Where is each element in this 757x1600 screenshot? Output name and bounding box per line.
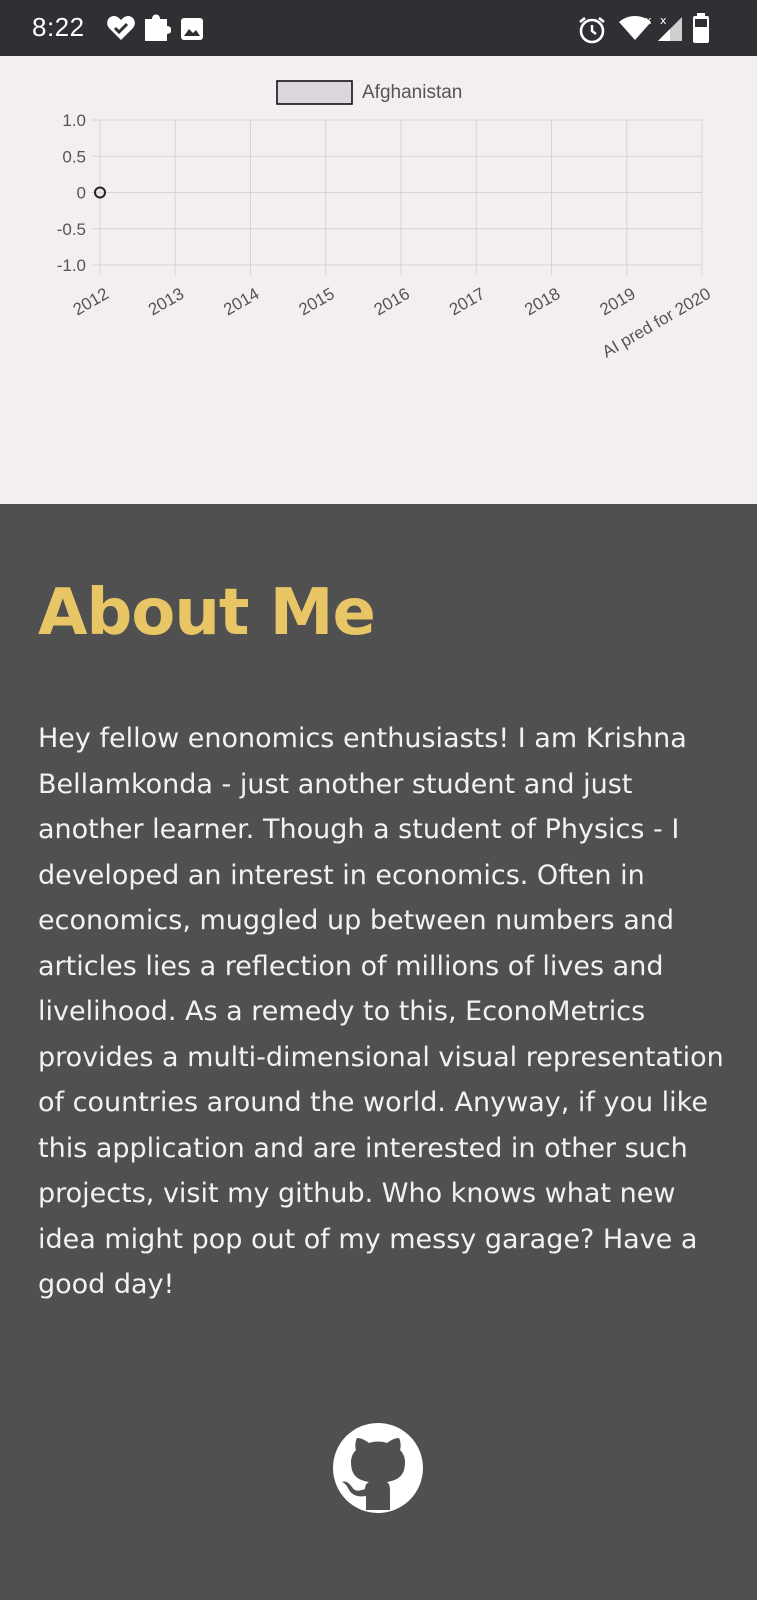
status-bar: 8:22 x x xyxy=(0,0,757,56)
y-tick-label: -0.5 xyxy=(57,220,86,239)
x-tick-label: 2012 xyxy=(70,284,112,319)
alarm-icon xyxy=(579,16,605,44)
about-body: Hey fellow enonomics enthusiasts! I am K… xyxy=(38,723,724,1300)
status-time: 8:22 xyxy=(32,12,85,42)
github-link[interactable] xyxy=(332,1422,424,1514)
github-icon xyxy=(333,1423,423,1513)
x-tick-label: 2019 xyxy=(596,284,638,319)
svg-text:x: x xyxy=(645,14,652,27)
x-tick-label: 2013 xyxy=(145,284,187,319)
about-title: About Me xyxy=(38,576,376,650)
about-section: About Me Hey fellow enonomics enthusiast… xyxy=(0,504,757,1600)
y-tick-label: 0 xyxy=(77,184,86,203)
x-tick-label: 2016 xyxy=(371,284,413,319)
x-tick-label: 2014 xyxy=(220,284,262,319)
line-chart: 1.0 0.5 0 -0.5 -1.0 2012 2013 2014 2015 2016 2017 2… xyxy=(57,80,714,361)
svg-text:x: x xyxy=(660,15,667,27)
x-tick-label: 2015 xyxy=(295,284,337,319)
battery-icon xyxy=(693,13,709,43)
signal-icon: x xyxy=(658,15,682,41)
chart-ticks: 1.0 0.5 0 -0.5 -1.0 2012 2013 2014 2015 2016 2017 2… xyxy=(57,111,714,361)
image-icon xyxy=(181,18,203,40)
chart-section: 1.0 0.5 0 -0.5 -1.0 2012 2013 2014 2015 2016 2017 2… xyxy=(0,56,757,504)
x-tick-label: 2018 xyxy=(521,284,563,319)
chart-legend[interactable]: Afghanistan xyxy=(276,80,462,105)
y-tick-label: 0.5 xyxy=(62,147,86,166)
legend-label[interactable]: Afghanistan xyxy=(362,82,462,103)
puzzle-icon xyxy=(145,14,171,41)
heart-check-icon xyxy=(107,16,135,40)
x-tick-label: 2017 xyxy=(446,284,488,319)
y-tick-label: -1.0 xyxy=(57,256,86,275)
y-tick-label: 1.0 xyxy=(62,111,86,130)
chart-grid xyxy=(92,119,703,275)
legend-swatch[interactable] xyxy=(276,80,353,105)
wifi-icon: x xyxy=(619,14,652,40)
